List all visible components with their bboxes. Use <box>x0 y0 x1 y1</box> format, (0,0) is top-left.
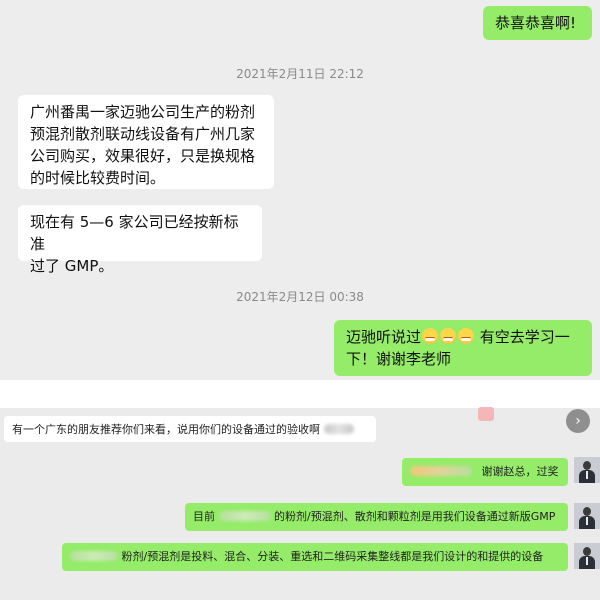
avatar[interactable] <box>574 457 600 483</box>
grin-emoji-icon <box>440 328 457 344</box>
message-bubble-incoming[interactable]: 现在有 5—6 家公司已经按新标准 过了 GMP。 <box>18 205 262 275</box>
message-bubble-outgoing[interactable]: 恭喜恭喜啊! <box>483 6 592 40</box>
message-bubble-incoming[interactable]: 广州番禺一家迈驰公司生产的粉剂 预混剂散剂联动线设备有广州几家 公司购买，效果很… <box>18 95 274 189</box>
message-line: 公司购买，效果很好，只是换规格 <box>30 147 256 165</box>
avatar[interactable] <box>574 543 600 569</box>
message-text: 迈驰听说过 <box>346 328 422 346</box>
message-bubble-outgoing[interactable]: 谢谢赵总，过奖 <box>402 458 568 486</box>
chevron-right-icon[interactable]: › <box>566 409 590 433</box>
grin-emoji-icon <box>422 328 439 344</box>
grin-emoji-icon <box>458 328 475 344</box>
message-text: 谢谢赵总，过奖 <box>481 465 559 478</box>
divider-band <box>0 380 600 408</box>
message-line: 预混剂散剂联动线设备有广州几家 <box>30 125 256 143</box>
message-line: 现在有 5—6 家公司已经按新标准 <box>30 213 239 253</box>
message-text: 目前 <box>193 510 215 523</box>
chat-panel-top: 恭喜恭喜啊! 2021年2月11日 22:12 广州番禺一家迈驰公司生产的粉剂 … <box>0 0 600 380</box>
redacted-text <box>70 551 118 561</box>
message-bubble-outgoing[interactable]: 目前 的粉剂/预混剂、散剂和颗粒剂是用我们设备通过新版GMP <box>185 503 568 531</box>
message-bubble-outgoing[interactable]: 粉剂/预混剂是投料、混合、分装、重选和二维码采集整线都是我们设计的和提供的设备 <box>62 543 568 571</box>
message-line: 过了 GMP。 <box>30 257 114 275</box>
badge-icon <box>478 407 494 421</box>
message-text: 的粉剂/预混剂、散剂和颗粒剂是用我们设备通过新版GMP <box>274 510 556 523</box>
redacted-text <box>323 424 354 434</box>
message-text: 有空去学习一 <box>475 328 570 346</box>
message-bubble-incoming[interactable]: 有一个广东的朋友推荐你们来看，说用你们的设备通过的验收啊 <box>4 416 376 442</box>
message-line: 广州番禺一家迈驰公司生产的粉剂 <box>30 103 256 121</box>
message-text: 有一个广东的朋友推荐你们来看，说用你们的设备通过的验收啊 <box>12 423 320 436</box>
message-text: 恭喜恭喜啊! <box>495 14 577 32</box>
redacted-text <box>410 466 472 476</box>
timestamp: 2021年2月11日 22:12 <box>236 67 364 81</box>
message-text: 粉剂/预混剂是投料、混合、分装、重选和二维码采集整线都是我们设计的和提供的设备 <box>121 550 544 563</box>
message-line: 的时候比较费时间。 <box>30 169 166 187</box>
avatar[interactable] <box>574 503 600 529</box>
message-line: 下！谢谢李老师 <box>346 350 452 368</box>
timestamp: 2021年2月12日 00:38 <box>236 290 364 304</box>
redacted-text <box>218 511 271 521</box>
message-bubble-outgoing[interactable]: 迈驰听说过 有空去学习一 下！谢谢李老师 <box>334 320 592 376</box>
